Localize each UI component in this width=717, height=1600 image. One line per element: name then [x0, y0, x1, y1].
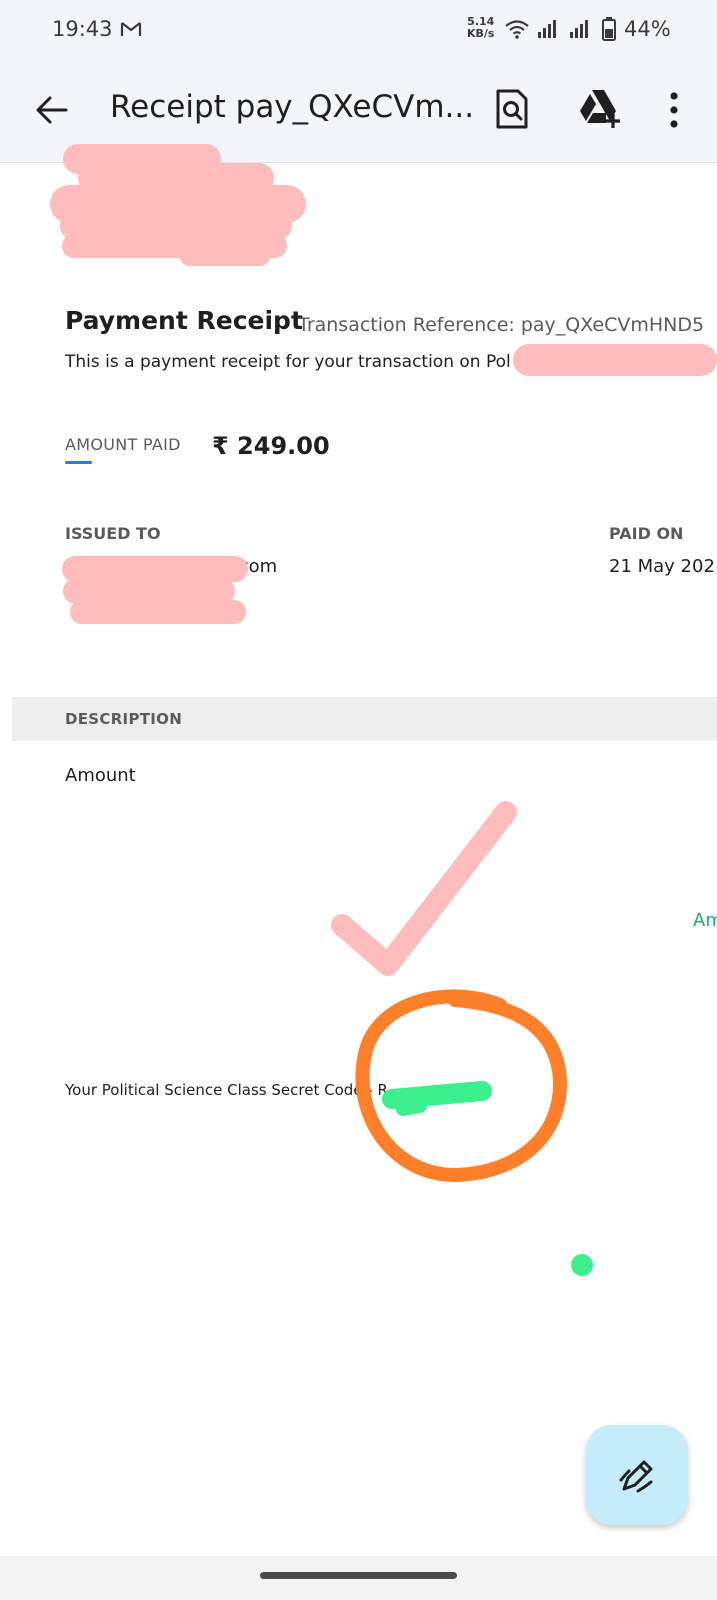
battery-icon	[602, 17, 616, 41]
line-item-amount: Am	[693, 910, 717, 931]
drive-add-icon[interactable]	[578, 88, 622, 128]
receipt-description: This is a payment receipt for your trans…	[65, 352, 511, 372]
secret-code-text: Your Political Science Class Secret Code…	[65, 1081, 388, 1099]
search-document-icon[interactable]	[494, 88, 530, 130]
gmail-icon	[120, 22, 142, 36]
network-speed: 5.14 KB/s	[467, 15, 495, 40]
description-header: DESCRIPTION	[12, 697, 717, 741]
navigation-bar	[0, 1556, 717, 1600]
signal-icon	[538, 20, 556, 38]
amount-underline	[65, 461, 92, 464]
line-item-label: Amount	[65, 765, 136, 786]
paid-on-label: PAID ON	[609, 524, 684, 543]
status-time: 19:43	[52, 17, 113, 41]
checkmark-annotation	[331, 801, 517, 976]
amount-paid-label: AMOUNT PAID	[65, 435, 181, 454]
page-title: Receipt pay_QXeCVm...	[110, 89, 475, 125]
green-marker-scribble	[382, 1081, 492, 1109]
more-vert-icon[interactable]	[668, 90, 680, 130]
back-arrow-icon[interactable]	[34, 92, 70, 128]
draw-pen-icon	[619, 1460, 653, 1493]
green-marker-dot	[571, 1254, 593, 1276]
home-indicator[interactable]	[260, 1572, 457, 1579]
battery-percentage: 44%	[624, 17, 671, 41]
circle-annotation	[355, 989, 568, 1183]
amount-paid-value: ₹ 249.00	[212, 432, 330, 460]
receipt-heading: Payment Receipt	[65, 306, 303, 335]
issued-to-label: ISSUED TO	[65, 524, 161, 543]
signal-icon	[570, 20, 588, 38]
paid-on-date: 21 May 202	[609, 556, 715, 577]
status-bar: 19:43 5.14 KB/s 44%	[0, 0, 717, 62]
redaction-scribble-description	[513, 344, 717, 376]
wifi-icon	[505, 20, 529, 39]
description-header-label: DESCRIPTION	[65, 710, 183, 728]
annotate-fab[interactable]	[586, 1425, 688, 1525]
transaction-reference: Transaction Reference: pay_QXeCVmHND5	[298, 314, 705, 336]
green-marker-scribble-tail	[396, 1099, 427, 1116]
